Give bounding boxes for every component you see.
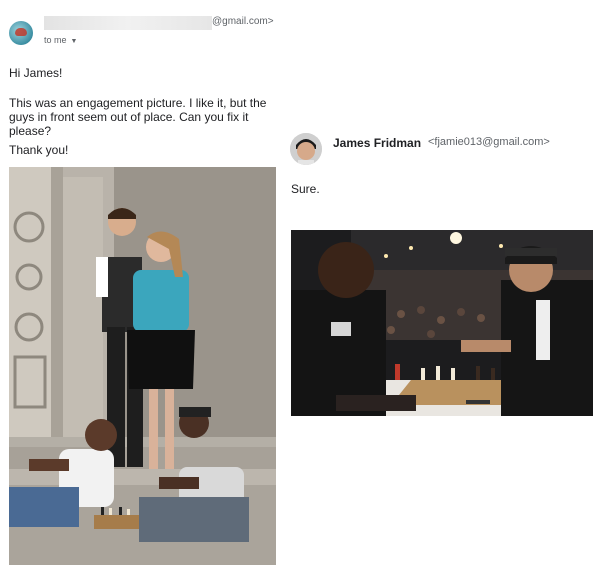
- reply-avatar-illustration: [290, 133, 322, 165]
- chess-tournament-photo[interactable]: [291, 230, 593, 416]
- email-message: This was an engagement picture. I like i…: [9, 96, 267, 138]
- email-sign-off: Thank you!: [9, 143, 69, 157]
- reply-sender-email: <fjamie013@gmail.com>: [428, 136, 550, 148]
- reply-message: Sure.: [291, 182, 320, 196]
- reply-sender-name: James Fridman: [333, 136, 422, 150]
- redacted-sender-name: [44, 16, 212, 30]
- engagement-photo-illustration: [9, 167, 276, 565]
- sender-email-domain: @gmail.com>: [212, 16, 274, 27]
- chess-tournament-photo-illustration: [291, 230, 593, 416]
- sender-avatar[interactable]: [9, 21, 33, 45]
- recipient-label: to me: [44, 35, 67, 45]
- reply-sender-avatar[interactable]: [290, 133, 322, 165]
- recipient-toggle[interactable]: to me ▼: [44, 35, 77, 45]
- email-greeting: Hi James!: [9, 66, 63, 80]
- chevron-down-icon: ▼: [70, 38, 78, 45]
- engagement-photo[interactable]: [9, 167, 276, 565]
